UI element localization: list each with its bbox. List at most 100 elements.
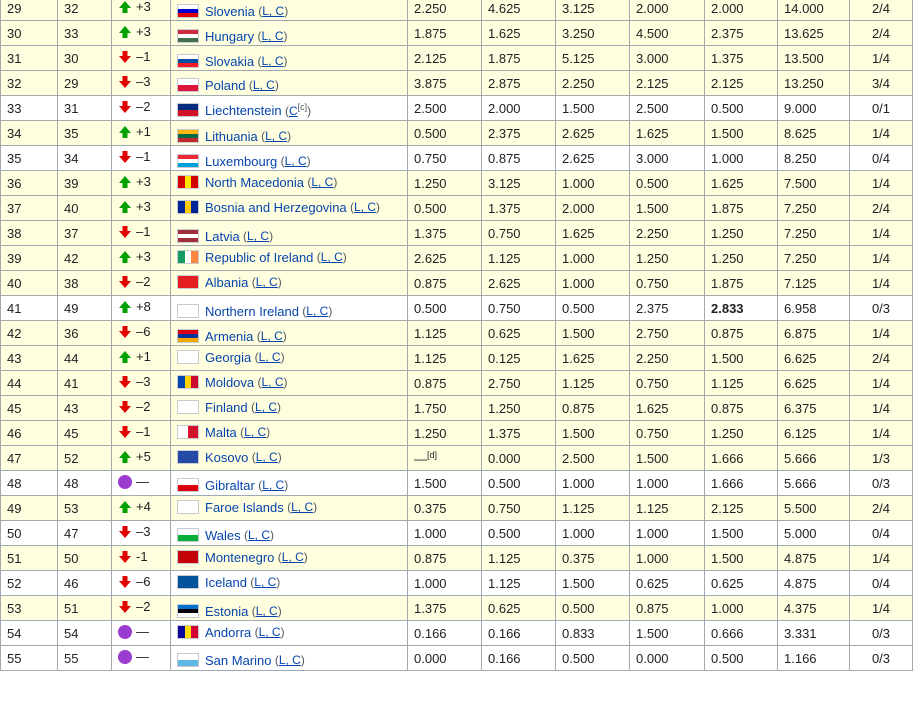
note-link[interactable]: L, C [265,129,287,143]
note-link[interactable]: L, C [262,4,284,18]
country-link[interactable]: Luxembourg [205,154,277,169]
rank: 51 [7,550,22,566]
country-link[interactable]: Iceland [205,575,247,590]
previous-rank-cell: 54 [57,620,112,646]
league-cup-note: (L, C) [246,575,281,590]
season-4-value: 1.250 [636,250,669,266]
country-link[interactable]: Albania [205,275,248,290]
note-link[interactable]: L, C [255,400,277,414]
country-link[interactable]: Andorra [205,625,251,640]
note-link[interactable]: L, C [354,200,376,214]
footnote-ref[interactable]: [d] [427,450,437,460]
country-link[interactable]: Malta [205,425,237,440]
season-3-value: 2.500 [562,450,595,466]
note-link[interactable]: L, C [254,575,276,589]
note-link[interactable]: L, C [306,304,328,318]
note-link[interactable]: L, C [259,625,281,639]
country-link[interactable]: North Macedonia [205,175,304,190]
country-link[interactable]: Faroe Islands [205,500,284,515]
country-link[interactable]: Slovenia [205,4,255,19]
season-3-cell: 0.875 [555,395,630,421]
season-5-cell: 1.875 [704,195,778,221]
note-link[interactable]: L, C [261,54,283,68]
teams-remaining: 1/4 [871,400,891,416]
teams-remaining: 1/4 [871,425,891,441]
rank-cell: 41 [0,295,58,321]
previous-rank-cell: 47 [57,520,112,546]
note-link[interactable]: L, C [256,450,278,464]
country-link[interactable]: Latvia [205,229,240,244]
season-5-value: 1.000 [711,600,744,616]
note-link[interactable]: L, C [248,528,270,542]
country-cell: North Macedonia (L, C) [170,170,408,196]
country-link[interactable]: Liechtenstein [205,103,282,118]
movement-cell: –2 [111,270,171,296]
season-5-cell: 0.875 [704,320,778,346]
country-link[interactable]: Kosovo [205,450,248,465]
rank-cell: 40 [0,270,58,296]
footnote-ref[interactable]: [c] [298,102,308,112]
note-link[interactable]: L, C [247,229,269,243]
rank: 35 [7,150,22,166]
table-row: 32 29 –3 Poland (L, C) 3.875 2.875 2.250… [0,70,913,96]
note-link[interactable]: L, C [311,175,333,189]
country-link[interactable]: Slovakia [205,54,254,69]
season-4-cell: 2.250 [629,345,705,371]
note-link[interactable]: L, C [256,275,278,289]
country-link[interactable]: Republic of Ireland [205,250,313,265]
season-1-value: 1.000 [414,575,447,591]
table-row: 44 41 –3 Moldova (L, C) 0.875 2.750 1.12… [0,370,913,396]
country-link[interactable]: Finland [205,400,248,415]
note-link[interactable]: L, C [282,550,304,564]
note-link[interactable]: L, C [291,500,313,514]
teams-remaining: 0/3 [871,625,891,641]
season-2-value: 2.875 [488,75,521,91]
country-link[interactable]: Bosnia and Herzegovina [205,200,347,215]
teams-cell: 2/4 [849,195,913,221]
note-link[interactable]: L, C [261,375,283,389]
league-cup-note: (L, C) [313,250,347,265]
note-link[interactable]: L, C [262,478,284,492]
country-link[interactable]: Moldova [205,375,254,390]
country-link[interactable]: Montenegro [205,550,274,565]
rank-cell: 49 [0,495,58,521]
country-link[interactable]: Georgia [205,350,251,365]
previous-rank-cell: 46 [57,570,112,596]
rank-cell: 46 [0,420,58,446]
note-link[interactable]: L, C [244,425,266,439]
note-link[interactable]: L, C [261,29,283,43]
table-row: 53 51 –2 Estonia (L, C) 1.375 0.625 0.50… [0,595,913,621]
season-2-value: 1.125 [488,550,521,566]
note-link[interactable]: L, C [253,78,275,92]
country-link[interactable]: Northern Ireland [205,304,299,319]
season-1-cell: 0.500 [407,295,482,321]
country-link[interactable]: Gibraltar [205,478,255,493]
season-4-cell: 2.250 [629,220,705,246]
season-3-cell: 1.000 [555,270,630,296]
country-link[interactable]: Estonia [205,604,248,619]
note-link[interactable]: L, C [259,350,281,364]
teams-remaining: 1/4 [871,225,891,241]
note-link[interactable]: L, C [279,653,301,667]
note-link[interactable]: L, C [285,154,307,168]
season-4-cell: 1.500 [629,445,705,471]
season-5-cell: 1.125 [704,370,778,396]
country-link[interactable]: Armenia [205,329,253,344]
country-link[interactable]: Hungary [205,29,254,44]
total-value: 4.375 [784,600,817,616]
season-5-cell: 1.500 [704,120,778,146]
total-value: 6.958 [784,300,817,316]
country-link[interactable]: San Marino [205,653,271,668]
country-link[interactable]: Wales [205,528,241,543]
note-link[interactable]: L, C [261,329,283,343]
country-link[interactable]: Poland [205,78,245,93]
note-link[interactable]: C [289,104,298,118]
total-cell: 13.500 [777,45,850,71]
country-cell: Poland (L, C) [170,70,408,96]
season-3-value: 1.000 [562,475,595,491]
movement-value: –1 [136,224,151,240]
note-link[interactable]: L, C [321,250,343,264]
note-link[interactable]: L, C [256,604,278,618]
country-link[interactable]: Lithuania [205,129,258,144]
teams-remaining: 1/4 [871,250,891,266]
